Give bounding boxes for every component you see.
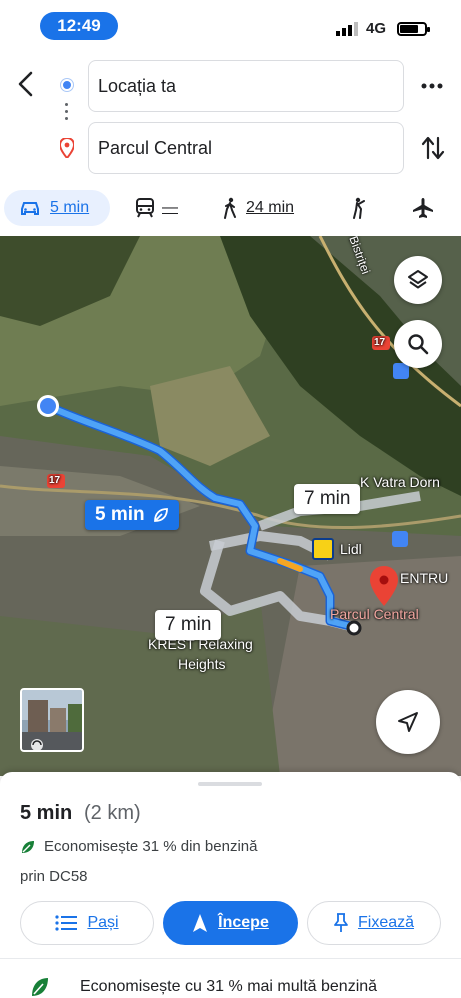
road-number-label: 17 — [374, 337, 386, 348]
map-label-vatra: K Vatra Dorn — [360, 474, 440, 490]
map-label-parcul: Parcul Central — [330, 606, 419, 622]
route-time-bubble-label: 5 min — [95, 504, 145, 525]
mode-transit[interactable]: — — [136, 190, 178, 226]
back-arrow-icon[interactable] — [14, 70, 38, 98]
origin-field[interactable]: Locația ta — [88, 60, 404, 112]
steps-label: Pași — [87, 914, 119, 931]
start-label: Începe — [218, 914, 269, 931]
ride-hail-icon — [353, 197, 365, 219]
battery-icon — [397, 22, 430, 36]
mode-ride[interactable] — [350, 190, 368, 226]
sheet-divider — [0, 958, 461, 959]
map-label-lidl: Lidl — [340, 541, 362, 557]
pushpin-icon — [334, 913, 348, 932]
eco-savings-text: Economisește 31 % din benzină — [44, 838, 258, 855]
navigation-arrow-icon — [193, 914, 208, 932]
signal-icon — [336, 22, 358, 36]
route-via: prin DC58 — [20, 868, 88, 885]
mode-flight[interactable] — [412, 190, 434, 226]
leaf-icon — [153, 508, 168, 522]
street-view-image — [22, 690, 82, 750]
eco-footer-text: Economisește cu 31 % mai multă benzină — [80, 978, 378, 995]
route-details-sheet[interactable]: 5 min (2 km) Economisește 31 % din benzi… — [0, 772, 461, 998]
lidl-logo-icon — [312, 538, 334, 560]
eco-savings: Economisește 31 % din benzină — [20, 838, 257, 855]
mode-car[interactable]: 5 min — [4, 190, 110, 226]
route-time-bubble[interactable]: 5 min — [85, 500, 179, 530]
transit-icon — [136, 198, 154, 218]
mode-car-time: 5 min — [50, 199, 90, 216]
leaf-icon — [32, 978, 48, 996]
street-view-thumbnail[interactable] — [20, 688, 84, 752]
search-icon — [408, 334, 429, 355]
origin-dot-icon — [61, 79, 73, 91]
list-icon — [55, 915, 78, 931]
layers-icon — [408, 270, 428, 289]
route-distance: (2 km) — [84, 802, 141, 824]
route-duration: 5 min — [20, 802, 73, 824]
travel-modes: 5 min — 24 min — [0, 190, 461, 230]
more-options-icon[interactable] — [420, 76, 444, 96]
destination-field[interactable]: Parcul Central — [88, 122, 404, 174]
network-type: 4G — [366, 20, 387, 37]
mode-transit-time: — — [162, 199, 178, 216]
swap-icon[interactable] — [420, 134, 446, 162]
map-label-heights: Heights — [178, 656, 226, 672]
navigation-arrow-icon — [398, 712, 418, 732]
pin-label: Fixează — [357, 914, 415, 931]
airplane-icon — [413, 198, 433, 218]
status-bar: 12:49 4G — [0, 0, 461, 52]
status-time: 12:49 — [40, 12, 118, 40]
directions-screen: 12:49 4G Locația ta Parcul Central 5 min… — [0, 0, 461, 998]
mode-walk-time: 24 min — [246, 199, 295, 216]
steps-button[interactable]: Pași — [20, 901, 154, 945]
start-button[interactable]: Începe — [163, 901, 298, 945]
car-icon — [21, 202, 39, 215]
walk-icon — [224, 197, 236, 219]
map-view[interactable]: 17 17 Bistriței K Vatra Dorn Lidl ENTRU … — [0, 236, 461, 776]
eco-footer: Economisește cu 31 % mai multă benzină — [30, 976, 377, 998]
leaf-icon — [22, 840, 34, 853]
recenter-button[interactable] — [376, 690, 440, 754]
alt-route-bubble[interactable]: 7 min — [294, 484, 361, 514]
search-map-button[interactable] — [394, 320, 442, 368]
alt-route-bubble[interactable]: 7 min — [155, 610, 222, 640]
destination-pin-icon — [60, 138, 74, 158]
mode-walk[interactable]: 24 min — [222, 190, 294, 226]
layers-button[interactable] — [394, 256, 442, 304]
route-connector-icon — [65, 103, 69, 124]
road-number-label: 17 — [49, 475, 61, 486]
sheet-drag-handle[interactable] — [198, 782, 262, 786]
map-label-centru: ENTRU — [400, 570, 449, 586]
pin-button[interactable]: Fixează — [307, 901, 441, 945]
